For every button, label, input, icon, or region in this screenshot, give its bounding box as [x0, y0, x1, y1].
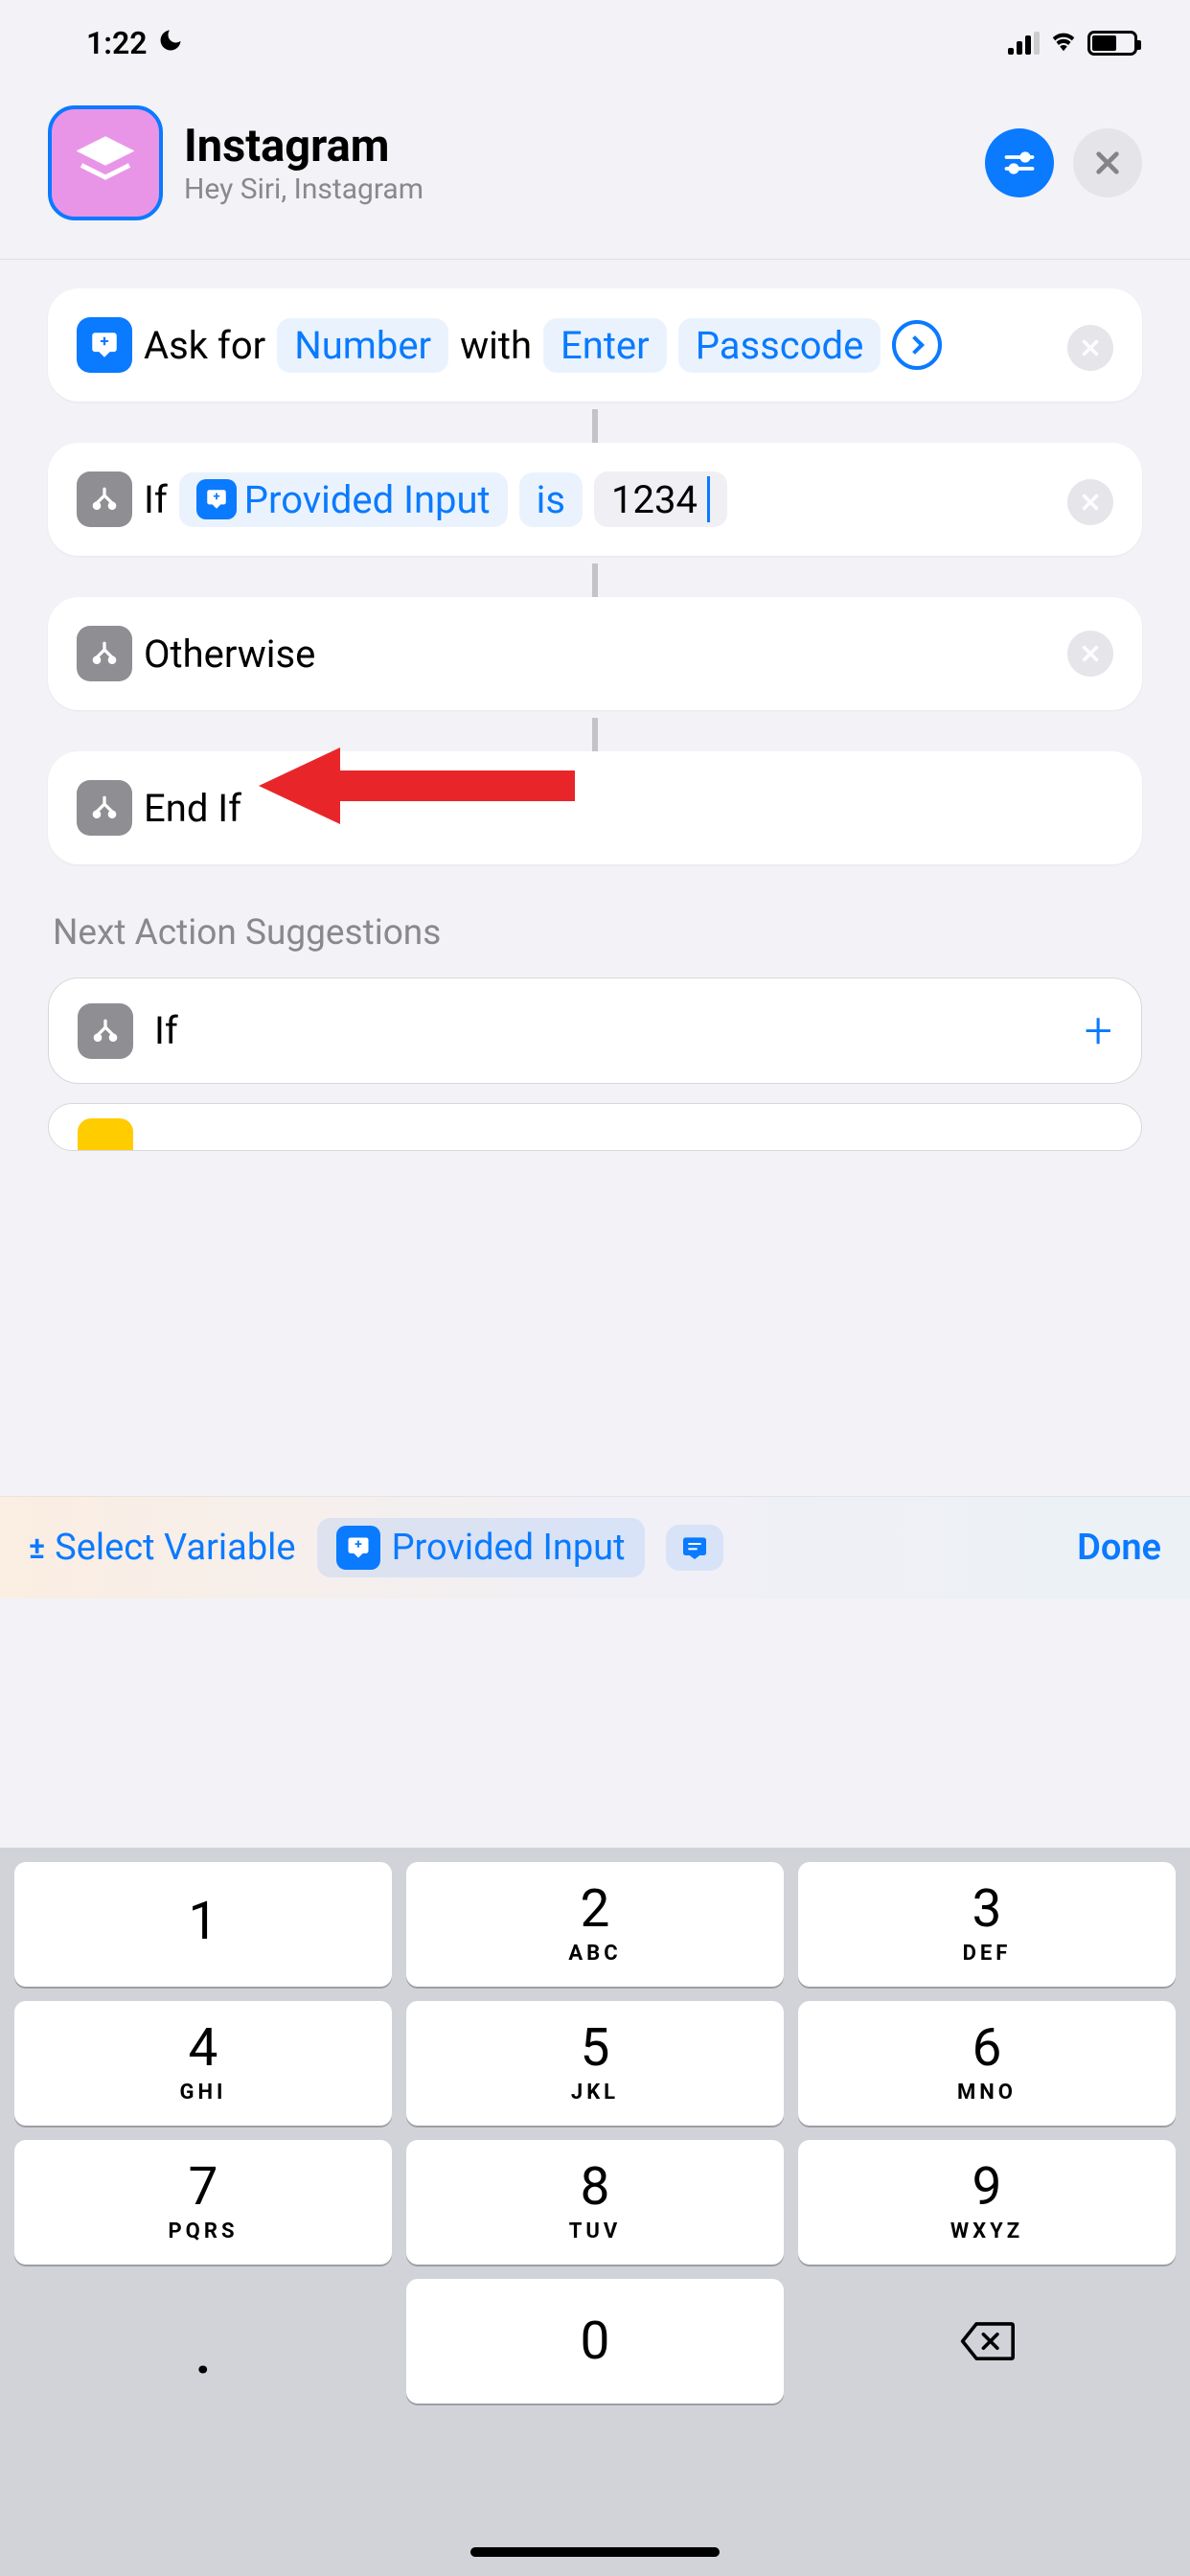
moon-icon — [157, 27, 184, 60]
variable-bar: ± Select Variable + Provided Input Done — [0, 1496, 1190, 1598]
otherwise-action[interactable]: Otherwise — [48, 597, 1142, 710]
delete-if-button[interactable] — [1067, 479, 1113, 525]
action-connector — [592, 564, 598, 597]
ask-chip[interactable] — [666, 1525, 723, 1571]
key-6[interactable]: 6 MNO — [798, 2001, 1176, 2126]
prompt-token-1[interactable]: Enter — [543, 318, 667, 373]
key-5[interactable]: 5 JKL — [406, 2001, 784, 2126]
prompt-token-2[interactable]: Passcode — [678, 318, 881, 373]
chevron-right-icon — [905, 335, 925, 355]
key-backspace[interactable] — [798, 2279, 1176, 2404]
suggestion-if-label: If — [154, 1008, 178, 1053]
if-action[interactable]: If + Provided Input is 1234 — [48, 443, 1142, 556]
done-button[interactable]: Done — [1077, 1527, 1161, 1569]
svg-text:+: + — [355, 1537, 362, 1552]
annotation-arrow — [259, 738, 575, 838]
condition-token[interactable]: is — [519, 472, 583, 527]
suggestion-if[interactable]: If + — [48, 978, 1142, 1084]
key-4[interactable]: 4 GHI — [14, 2001, 392, 2126]
suggestion-item[interactable] — [48, 1103, 1142, 1151]
key-7[interactable]: 7 PQRS — [14, 2140, 392, 2265]
provided-input-chip[interactable]: + Provided Input — [317, 1518, 645, 1577]
with-label: with — [460, 323, 532, 368]
plus-minus-icon: ± — [29, 1530, 45, 1566]
battery-icon — [1087, 31, 1137, 56]
backspace-icon — [959, 2320, 1015, 2362]
if-label: If — [144, 477, 168, 522]
shortcut-title: Instagram — [184, 120, 964, 172]
add-suggestion-button[interactable]: + — [1085, 1001, 1112, 1060]
status-time: 1:22 — [86, 25, 184, 61]
key-2[interactable]: 2 ABC — [406, 1862, 784, 1987]
otherwise-label: Otherwise — [144, 632, 315, 677]
delete-action-button[interactable] — [1067, 325, 1113, 371]
numeric-keypad: 1 2 ABC 3 DEF 4 GHI 5 JKL 6 MNO 7 PQRS 8 — [0, 1848, 1190, 2576]
endif-icon — [77, 780, 132, 836]
suggestions-title: Next Action Suggestions — [53, 912, 1142, 954]
variable-icon: + — [196, 479, 237, 519]
otherwise-icon — [77, 626, 132, 681]
key-8[interactable]: 8 TUV — [406, 2140, 784, 2265]
ask-for-input-action[interactable]: + Ask for Number with Enter Passcode — [48, 288, 1142, 402]
provided-input-chip-icon: + — [336, 1526, 380, 1570]
key-0[interactable]: 0 — [406, 2279, 784, 2404]
if-icon — [77, 472, 132, 527]
key-1[interactable]: 1 — [14, 1862, 392, 1987]
status-icons — [1008, 29, 1137, 58]
provided-input-token[interactable]: + Provided Input — [179, 472, 508, 527]
cellular-icon — [1008, 32, 1040, 55]
action-connector — [592, 718, 598, 751]
ask-input-icon: + — [77, 317, 132, 373]
siri-phrase: Hey Siri, Instagram — [184, 172, 964, 206]
suggestion-if-icon — [78, 1003, 133, 1059]
close-button[interactable] — [1073, 128, 1142, 197]
header: Instagram Hey Siri, Instagram — [0, 86, 1190, 260]
key-3[interactable]: 3 DEF — [798, 1862, 1176, 1987]
end-if-action[interactable]: End If — [48, 751, 1142, 864]
action-connector — [592, 409, 598, 443]
settings-button[interactable] — [985, 128, 1054, 197]
suggestion-icon — [78, 1118, 133, 1151]
shortcut-app-icon — [48, 105, 163, 220]
status-bar: 1:22 — [0, 0, 1190, 86]
key-9[interactable]: 9 WXYZ — [798, 2140, 1176, 2265]
actions-content: + Ask for Number with Enter Passcode If … — [0, 260, 1190, 1199]
wifi-icon — [1049, 29, 1078, 58]
select-variable-button[interactable]: ± Select Variable — [29, 1527, 296, 1569]
value-input-token[interactable]: 1234 — [594, 472, 727, 527]
svg-text:+: + — [100, 332, 108, 351]
expand-options-button[interactable] — [892, 320, 942, 370]
svg-text:+: + — [213, 490, 219, 504]
input-type-token[interactable]: Number — [277, 318, 448, 373]
endif-label: End If — [144, 786, 241, 831]
home-indicator[interactable] — [470, 2547, 720, 2557]
time-label: 1:22 — [86, 25, 148, 61]
ask-prefix: Ask for — [144, 323, 265, 368]
delete-otherwise-button[interactable] — [1067, 631, 1113, 677]
key-dot[interactable]: . — [14, 2279, 392, 2404]
